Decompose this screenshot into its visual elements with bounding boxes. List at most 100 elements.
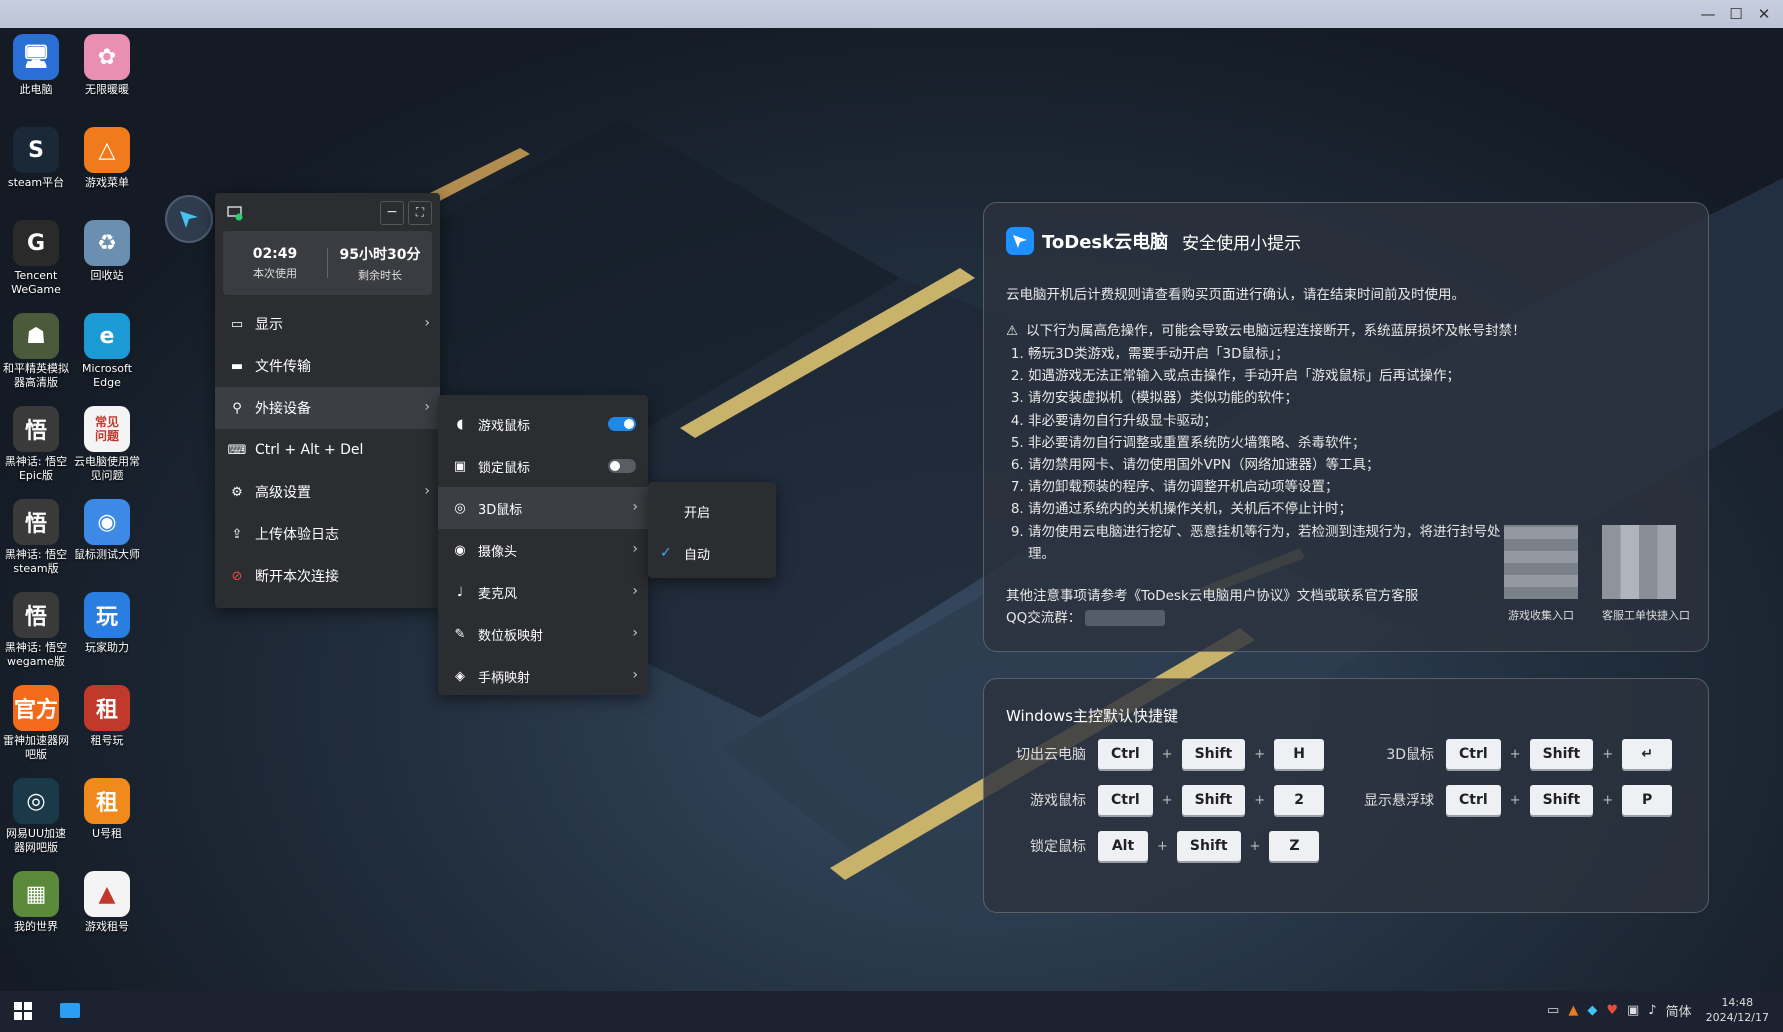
device-menu-item[interactable]: ✎ 数位板映射 › <box>438 613 648 655</box>
desktop-icon[interactable]: ▦ 我的世界 <box>1 871 71 934</box>
keycap: Shift <box>1529 785 1594 815</box>
device-menu-item[interactable]: ♩ 麦克风 › <box>438 571 648 613</box>
tray-drive-icon[interactable]: ▭ <box>1547 1003 1559 1018</box>
brand-name: ToDesk云电脑 <box>1042 232 1169 253</box>
tray-game-menu-icon[interactable]: ▲ <box>1568 1003 1578 1018</box>
desktop-icon-label: 网易UU加速器网吧版 <box>5 827 67 854</box>
app-icon: S <box>13 127 59 173</box>
plus-sign: + <box>1157 838 1168 854</box>
menu-item-label: Ctrl + Alt + Del <box>255 442 364 458</box>
maximize-button[interactable]: ☐ <box>1723 2 1749 26</box>
toggle-switch[interactable] <box>608 459 636 473</box>
minimize-button[interactable]: — <box>1695 2 1721 26</box>
chevron-right-icon: › <box>424 483 430 499</box>
desktop-icon-label: U号租 <box>91 827 123 840</box>
desktop-icon[interactable]: 租租号玩 <box>72 685 142 748</box>
desktop-icon[interactable]: 悟黑神话: 悟空wegame版 <box>1 592 71 669</box>
plus-sign: + <box>1509 792 1521 808</box>
window-titlebar: — ☐ ✕ <box>0 0 1783 28</box>
lock-mouse-icon: ▣ <box>453 458 467 474</box>
clock[interactable]: 14:48 2024/12/17 <box>1706 995 1769 1025</box>
desktop-icon[interactable]: 悟黑神话: 悟空steam版 <box>1 499 71 576</box>
desktop-icon[interactable]: ☗ 和平精英模拟器高清版 <box>1 313 71 390</box>
tray-shield-icon[interactable]: ♥ <box>1606 1003 1618 1018</box>
menu-item-label: 游戏鼠标 <box>478 418 531 434</box>
keyboard-icon: ⌨ <box>227 442 247 458</box>
mouse-icon: ◖ <box>456 416 464 432</box>
desktop-icon[interactable]: ♻ 回收站 <box>72 220 142 283</box>
desktop-icon[interactable]: 玩玩家助力 <box>72 592 142 655</box>
rule-item: 如遇游戏无法正常输入或点击操作，手动开启「游戏鼠标」后再试操作； <box>1028 365 1508 387</box>
chevron-right-icon: › <box>632 625 638 641</box>
ime-indicator[interactable]: 简体 <box>1666 1001 1692 1020</box>
qq-group-redacted <box>1085 610 1166 626</box>
chevron-right-icon: › <box>632 541 638 557</box>
desktop-icon[interactable]: △ 游戏菜单 <box>72 127 142 190</box>
app-icon: 租 <box>84 778 130 824</box>
desktop-icon[interactable]: 🖥 此电脑 <box>1 34 71 97</box>
rule-item: 请勿卸载预装的程序、请勿调整开机启动项等设置； <box>1028 476 1508 498</box>
plus-sign: + <box>1249 838 1261 854</box>
menu-item[interactable]: ⚙ 高级设置 › <box>215 471 440 513</box>
option-label: 自动 <box>684 547 711 563</box>
mouse3d-option[interactable]: 开启 <box>648 490 776 532</box>
desktop-icon-label: 黑神话: 悟空steam版 <box>4 548 68 575</box>
desktop-icon[interactable]: ◎ 网易UU加速器网吧版 <box>1 778 71 855</box>
menu-item[interactable]: ⚲ 外接设备 › <box>215 387 440 429</box>
desktop-icon[interactable]: 官方 雷神加速器网吧版 <box>1 685 71 762</box>
device-menu-item[interactable]: ▣ 锁定鼠标 <box>438 445 648 487</box>
menu-minimize-button[interactable]: − <box>380 201 404 225</box>
desktop-icon-label: Tencent WeGame <box>11 269 61 296</box>
rule-item: 请勿安装虚拟机（模拟器）类似功能的软件； <box>1028 387 1508 409</box>
desktop-icon[interactable]: ▲ 游戏租号 <box>72 871 142 934</box>
gamepad-icon: ◈ <box>455 668 465 684</box>
desktop-icon[interactable]: G Tencent WeGame <box>1 220 71 297</box>
disconnect-icon: ⊘ <box>231 568 243 584</box>
device-menu-item[interactable]: ◎ 3D鼠标 › <box>438 487 648 529</box>
shortcut-row: 游戏鼠标 Ctrl + Shift +2 <box>1006 785 1325 815</box>
toggle-switch[interactable] <box>608 417 636 431</box>
todesk-logo-icon <box>180 211 198 228</box>
device-menu-item[interactable]: ◈ 手柄映射 › <box>438 655 648 697</box>
qr-code-icon <box>1504 525 1578 599</box>
menu-item[interactable]: ▬ 文件传输 <box>215 345 440 387</box>
desktop-icon[interactable]: ◉ 鼠标测试大师 <box>72 499 142 562</box>
desktop-icon[interactable]: 租 U号租 <box>72 778 142 841</box>
desktop-icon-label: 鼠标测试大师 <box>74 548 140 561</box>
menu-item[interactable]: ⇪ 上传体验日志 <box>215 513 440 555</box>
fullscreen-icon[interactable]: ⛶ <box>408 201 432 225</box>
qr-game-collect[interactable]: 游戏收集入口 <box>1504 525 1578 623</box>
taskbar-app-icon[interactable] <box>60 1003 80 1018</box>
menu-item-label: 摄像头 <box>478 544 518 560</box>
menu-item[interactable]: ⌨ Ctrl + Alt + Del <box>215 429 440 471</box>
device-menu-item[interactable]: ◖ 游戏鼠标 <box>438 403 648 445</box>
tray-volume-icon[interactable]: ♪ <box>1648 1003 1656 1018</box>
menu-item[interactable]: ⊘ 断开本次连接 <box>215 555 440 597</box>
shortcut-row: 3D鼠标 Ctrl + Shift + ↵ <box>1334 739 1673 769</box>
tablet-icon: ✎ <box>454 626 466 642</box>
keycap: Ctrl <box>1098 785 1153 815</box>
plus-sign: + <box>1254 792 1266 808</box>
desktop-icon[interactable]: 常见 问题 云电脑使用常见问题 <box>72 406 142 483</box>
windows-logo-icon <box>14 1002 32 1020</box>
app-icon: G <box>13 220 59 266</box>
keycap: ↵ <box>1622 739 1673 769</box>
qr-service-ticket[interactable]: 客服工单快捷入口 <box>1602 525 1690 623</box>
start-button[interactable] <box>14 1002 32 1024</box>
close-button[interactable]: ✕ <box>1751 2 1777 26</box>
desktop-icon[interactable]: 悟黑神话: 悟空Epic版 <box>1 406 71 483</box>
tray-todesk-icon[interactable]: ◆ <box>1587 1003 1597 1018</box>
desktop-icon[interactable]: ✿ 无限暖暖 <box>72 34 142 97</box>
keycap: Ctrl <box>1446 739 1501 769</box>
floating-ball[interactable] <box>165 195 213 243</box>
keycap: Shift <box>1176 831 1241 861</box>
menu-item[interactable]: ▭ 显示 › <box>215 303 440 345</box>
app-icon: 官方 <box>13 685 59 731</box>
mouse3d-option[interactable]: ✓ 自动 <box>648 532 776 574</box>
tray-network-icon[interactable]: ▣ <box>1627 1003 1639 1018</box>
taskbar: ▭ ▲ ◆ ♥ ▣ ♪ 简体 14:48 2024/12/17 <box>0 991 1783 1032</box>
device-menu-item[interactable]: ◉ 摄像头 › <box>438 529 648 571</box>
desktop-icon[interactable]: e Microsoft Edge <box>72 313 142 390</box>
desktop-icon[interactable]: Ssteam平台 <box>1 127 71 190</box>
usage-time-label: 本次使用 <box>253 266 297 280</box>
